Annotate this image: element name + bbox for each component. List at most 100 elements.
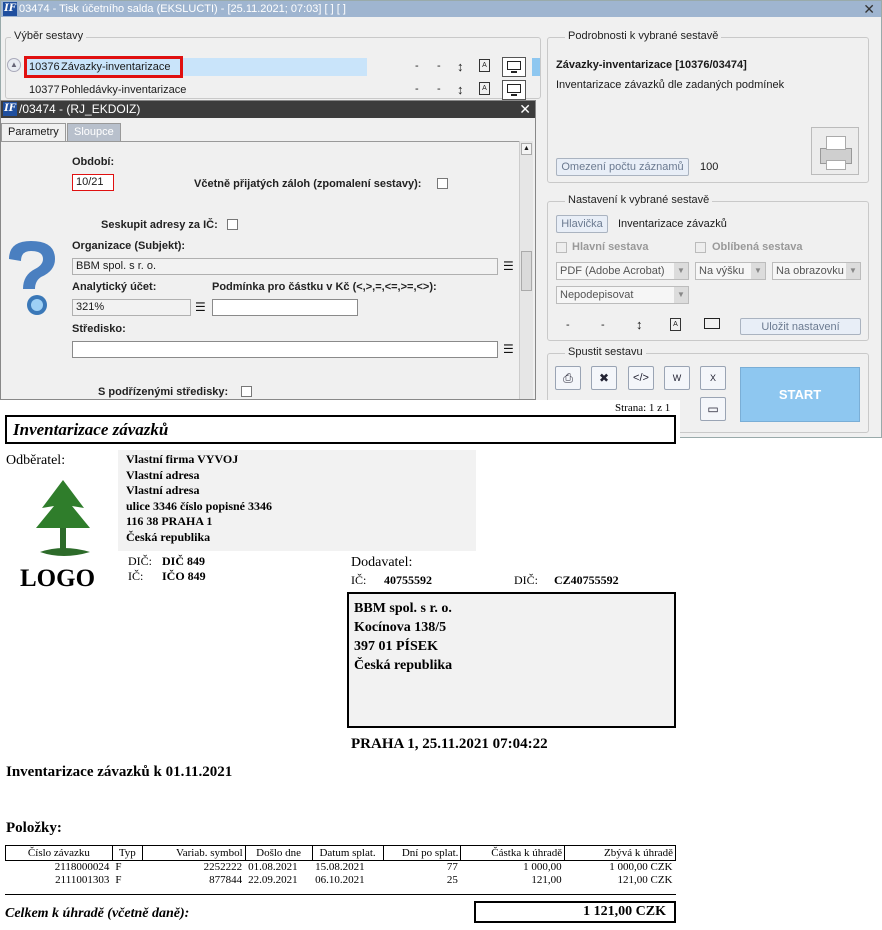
amount-condition-label: Podmínka pro částku v Kč (<,>,=,<=,>=,<>…: [212, 281, 437, 293]
list-item[interactable]: 10377 Pohledávky-inventarizace: [25, 81, 367, 99]
period-input[interactable]: 10/21: [72, 174, 114, 191]
customer-line: Vlastní firma VYVOJ: [126, 452, 239, 466]
row-dash: -: [437, 83, 441, 95]
cell: 1 000,00: [523, 861, 562, 874]
total-divider: [5, 894, 676, 895]
row-dash: -: [415, 83, 419, 95]
dialog-scrollbar[interactable]: ▲: [519, 141, 533, 399]
cell: 15.08.2021: [315, 861, 365, 874]
table-row: 2118000024 F 2252222 01.08.2021 15.08.20…: [6, 861, 676, 874]
customer-line: Vlastní adresa: [126, 483, 200, 497]
orientation-select[interactable]: Na výšku ▼: [695, 262, 766, 280]
screen-icon[interactable]: [502, 57, 526, 77]
customer-line: 116 38 PRAHA 1: [126, 514, 213, 528]
pdf-icon[interactable]: A: [479, 59, 490, 72]
company-logo-tree-icon: [20, 474, 110, 564]
scroll-up-icon[interactable]: ▲: [7, 58, 21, 72]
column-header: Číslo závazku: [5, 845, 113, 861]
supplier-line: 397 01 PÍSEK: [354, 639, 439, 654]
dialog-title-bar[interactable]: IF /03474 - (RJ_EKDOIZ): [1, 101, 535, 118]
limit-records-button[interactable]: Omezení počtu záznamů: [556, 158, 689, 176]
cell: F: [115, 861, 122, 874]
column-header: Částka k úhradě: [460, 845, 566, 861]
pdf-icon[interactable]: A: [670, 318, 681, 331]
customer-dic-label: DIČ:: [128, 554, 152, 568]
selection-highlight-frame: [24, 56, 183, 78]
main-title-bar[interactable]: IF 03474 - Tisk účetního salda (EKSLUCTI…: [1, 1, 881, 17]
scroll-thumb[interactable]: [521, 251, 532, 291]
list-picker-icon[interactable]: ☰: [503, 342, 515, 357]
tab-divider: [1, 141, 519, 142]
analytic-account-input[interactable]: 321%: [72, 299, 191, 316]
start-button[interactable]: START: [740, 367, 860, 422]
report-preview: Strana: 1 z 1 Inventarizace závazků Odbě…: [0, 400, 680, 930]
favorite-checkbox[interactable]: [695, 242, 706, 253]
settings-dash: -: [601, 319, 605, 331]
main-report-checkbox[interactable]: [556, 242, 567, 253]
excel-icon[interactable]: X: [700, 366, 726, 390]
format-select[interactable]: PDF (Adobe Acrobat) ▼: [556, 262, 689, 280]
tab-sloupce[interactable]: Sloupce: [67, 123, 121, 141]
orientation-select-value: Na výšku: [699, 265, 745, 277]
help-figure-icon: [1, 237, 65, 317]
word-icon[interactable]: W: [664, 366, 690, 390]
cell: 01.08.2021: [248, 861, 298, 874]
column-header: Datum splat.: [311, 845, 384, 861]
total-value-box: 1 121,00 CZK: [474, 901, 676, 923]
prepayments-checkbox[interactable]: [437, 178, 448, 189]
table-row: 2111001303 F 877844 22.09.2021 06.10.202…: [6, 874, 676, 887]
items-label: Položky:: [6, 820, 62, 836]
printer-icon[interactable]: [811, 127, 859, 175]
main-close-icon[interactable]: ✕: [863, 1, 875, 17]
column-header: Variab. symbol: [141, 845, 246, 861]
format-select-value: PDF (Adobe Acrobat): [560, 265, 665, 277]
group-by-ic-checkbox[interactable]: [227, 219, 238, 230]
screen-icon[interactable]: [704, 318, 720, 329]
cell: 2111001303: [55, 874, 110, 886]
report-title-box: Inventarizace závazků: [5, 415, 676, 444]
chevron-down-icon: ▼: [674, 287, 688, 303]
dialog-close-icon[interactable]: ✕: [519, 101, 531, 118]
amount-condition-input[interactable]: [212, 299, 358, 316]
cell: 1 000,00 CZK: [609, 861, 673, 874]
settings-legend: Nastavení k vybrané sestavě: [565, 194, 713, 206]
pdf-export-icon[interactable]: ⎙: [555, 366, 581, 390]
logo-text: LOGO: [20, 565, 96, 592]
output-select[interactable]: Na obrazovku ▼: [772, 262, 861, 280]
details-description: Inventarizace závazků dle zadaných podmí…: [556, 79, 785, 91]
screen-output-icon[interactable]: ▭: [700, 397, 726, 421]
vertical-arrows-icon[interactable]: ↕: [457, 59, 464, 74]
prepayments-label: Včetně přijatých záloh (zpomalení sestav…: [194, 178, 422, 190]
report-title: Inventarizace závazků: [13, 420, 169, 439]
vertical-arrows-icon[interactable]: ↕: [636, 317, 643, 332]
customer-ic-label: IČ:: [128, 569, 144, 583]
sign-select-value: Nepodepisovat: [560, 289, 634, 301]
pdf-icon[interactable]: A: [479, 82, 490, 95]
customer-address: Vlastní firma VYVOJ Vlastní adresa Vlast…: [126, 452, 272, 545]
sign-select[interactable]: Nepodepisovat ▼: [556, 286, 689, 304]
center-input[interactable]: [72, 341, 498, 358]
analytic-account-label: Analytický účet:: [72, 281, 157, 293]
group-by-ic-label: Seskupit adresy za IČ:: [101, 219, 218, 231]
tab-parametry[interactable]: Parametry: [1, 123, 66, 141]
header-value: Inventarizace závazků: [618, 218, 727, 230]
scroll-up-icon[interactable]: ▲: [521, 143, 532, 155]
parameters-dialog: IF /03474 - (RJ_EKDOIZ) ✕ Parametry Slou…: [0, 100, 536, 400]
organization-input[interactable]: BBM spol. s r. o.: [72, 258, 498, 275]
vertical-arrows-icon[interactable]: ↕: [457, 82, 464, 97]
supplier-dic-label: DIČ:: [514, 573, 538, 587]
cell: 22.09.2021: [248, 874, 298, 886]
save-settings-button[interactable]: Uložit nastavení: [740, 318, 861, 335]
list-picker-icon[interactable]: ☰: [195, 300, 207, 315]
list-picker-icon[interactable]: ☰: [503, 259, 515, 274]
header-button[interactable]: Hlavička: [556, 215, 608, 233]
chevron-down-icon: ▼: [846, 263, 860, 279]
supplier-dic-value: CZ40755592: [554, 573, 619, 587]
subcenters-checkbox[interactable]: [241, 386, 252, 397]
selection-scrollbar[interactable]: [532, 58, 540, 76]
code-icon[interactable]: </>: [628, 366, 654, 390]
screen-icon[interactable]: [502, 80, 526, 100]
supplier-ic-value: 40755592: [384, 573, 432, 587]
tools-icon[interactable]: ✖: [591, 366, 617, 390]
table-header-row: Číslo závazku Typ Variab. symbol Došlo d…: [5, 845, 676, 861]
